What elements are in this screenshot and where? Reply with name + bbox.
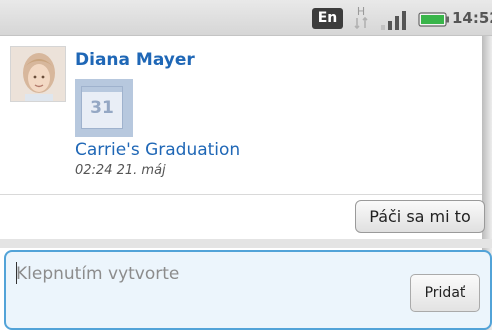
svg-text:H: H [357, 5, 365, 18]
comment-input[interactable] [16, 259, 386, 289]
clock: 14:52 [452, 9, 492, 27]
battery-icon [418, 12, 449, 27]
feed-item[interactable]: Diana Mayer 31 Carrie's Graduation 02:24… [0, 36, 482, 194]
calendar-icon[interactable]: 31 [75, 79, 133, 137]
post-timestamp: 02:24 21. máj [75, 163, 166, 178]
calendar-day: 31 [90, 98, 114, 118]
section-divider [0, 239, 492, 248]
post-author[interactable]: Diana Mayer [75, 50, 195, 70]
add-comment-button[interactable]: Pridať [410, 274, 480, 312]
data-network-icon: H [354, 5, 368, 30]
input-language-badge: En [312, 8, 343, 29]
signal-bars-icon [381, 11, 406, 30]
author-avatar[interactable] [10, 46, 66, 102]
event-title-link[interactable]: Carrie's Graduation [75, 140, 240, 160]
like-button[interactable]: Páči sa mi to [355, 200, 485, 233]
status-bar: En H 14:52 [0, 0, 492, 36]
user-photo-icon [11, 47, 65, 101]
comment-composer: Pridať [4, 250, 492, 330]
actions-row: Páči sa mi to [0, 195, 485, 239]
